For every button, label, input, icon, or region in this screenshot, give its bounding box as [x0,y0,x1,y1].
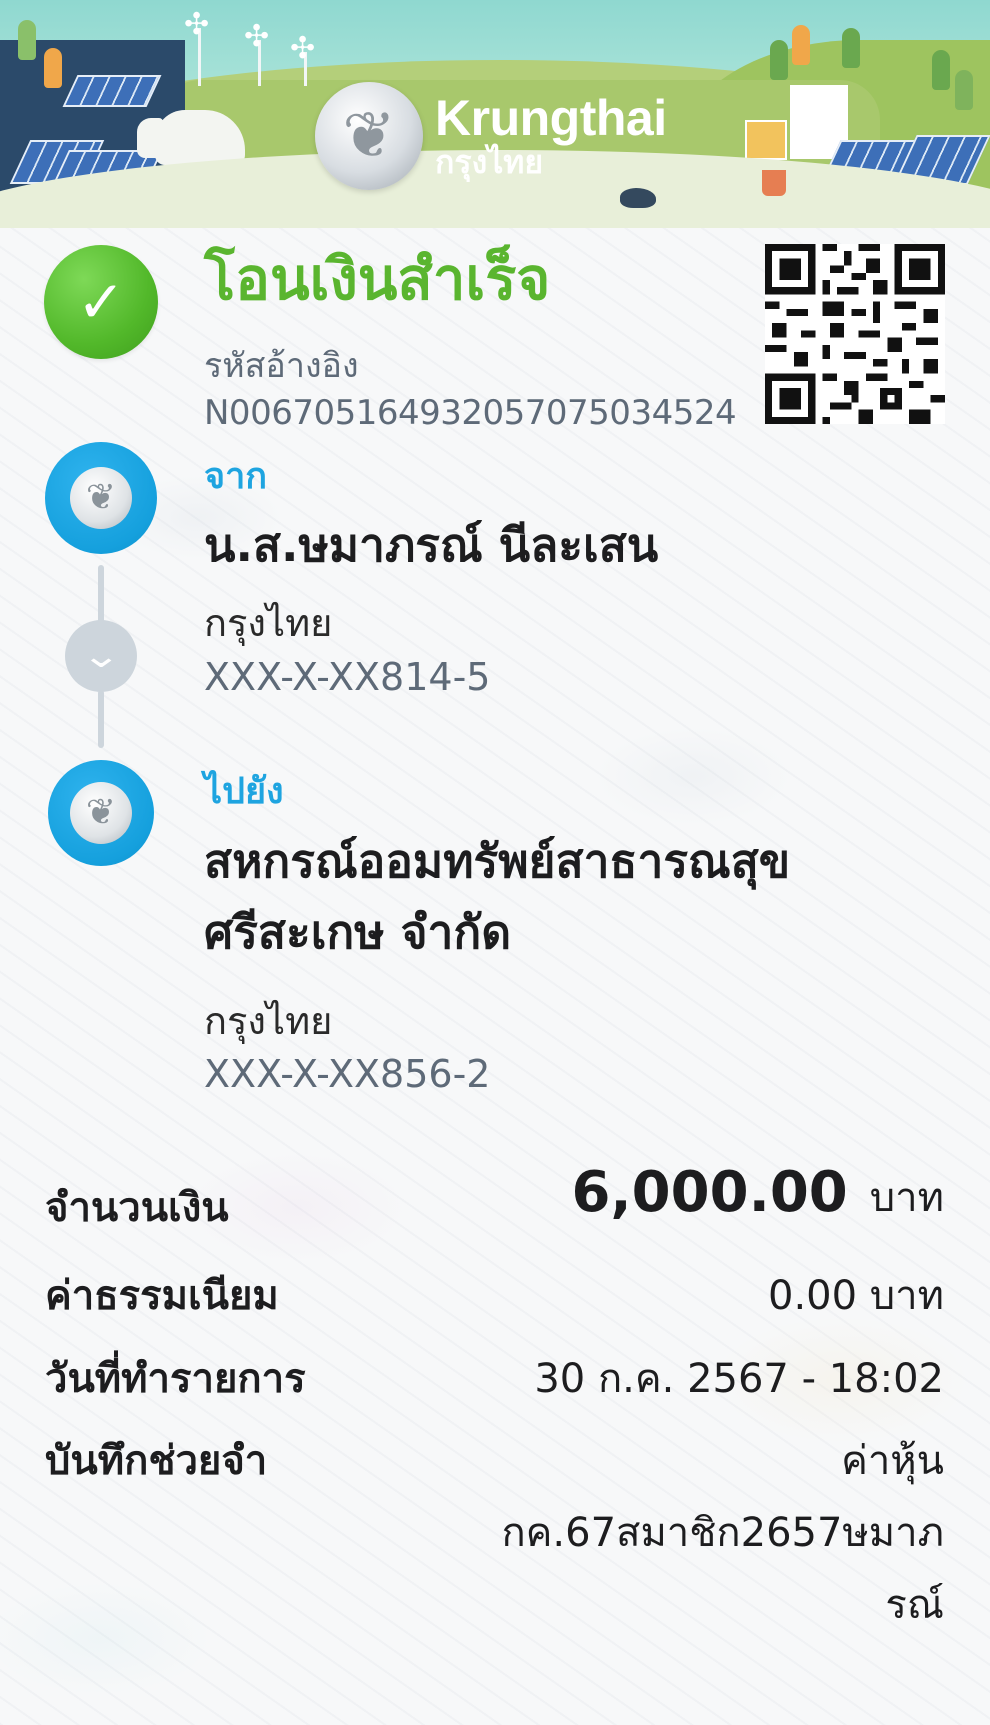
bank-logo: ❦ Krungthai กรุงไทย [315,82,667,190]
wind-turbine-icon [184,10,209,86]
memo-value: ค่าหุ้น กค.67สมาชิก2657ษมาภรณ์ [501,1438,944,1628]
connector-line [98,565,104,625]
amount-unit: บาท [869,1175,944,1221]
from-label: จาก [204,456,268,497]
krungthai-logo-icon: ❦ [315,82,423,190]
header-banner: ❦ Krungthai กรุงไทย [0,0,990,228]
fee-label: ค่าธรรมเนียม [45,1273,279,1319]
recipient-bank: กรุงไทย [204,999,333,1043]
connector-line [98,690,104,748]
recipient-account: XXX-X-XX856-2 [204,1052,491,1096]
recipient-name: สหกรณ์ออมทรัพย์สาธารณสุขศรีสะเกษ จำกัด [204,834,791,960]
sender-bank: กรุงไทย [204,601,333,645]
reference-label: รหัสอ้างอิง [204,346,359,386]
sender-name: น.ส.ษมาภรณ์ นีละเสน [204,518,659,572]
krungthai-logo-icon: ❦ [70,467,132,529]
page-title: โอนเงินสำเร็จ [204,245,551,313]
fee-value: 0.00 บาท [768,1273,944,1319]
recipient-bank-avatar: ❦ [48,760,154,866]
brand-name-th: กรุงไทย [435,142,544,181]
chevron-down-icon: ⌄ [65,620,137,692]
plant-pot-illustration [762,170,786,196]
qr-code-icon[interactable] [765,244,945,424]
sender-account: XXX-X-XX814-5 [204,655,491,699]
date-value: 30 ก.ค. 2567 - 18:02 [534,1356,944,1402]
duck-illustration [620,188,656,208]
amount-label: จำนวนเงิน [45,1185,229,1231]
date-label: วันที่ทำรายการ [45,1356,306,1402]
amount-value-group: 6,000.00 บาท [571,1160,944,1229]
memo-label: บันทึกช่วยจำ [45,1438,268,1484]
reference-value: N006705164932057075034524 [204,393,737,433]
to-label: ไปยัง [204,771,284,812]
krungthai-logo-icon: ❦ [70,782,132,844]
wind-turbine-icon [244,22,269,86]
solar-panel-icon [62,75,162,107]
house-illustration [745,120,787,160]
brand-name-en: Krungthai [435,90,667,147]
amount-value: 6,000.00 [571,1160,848,1225]
wind-turbine-icon [290,34,315,86]
sender-bank-avatar: ❦ [45,442,157,554]
check-icon: ✓ [44,245,158,359]
